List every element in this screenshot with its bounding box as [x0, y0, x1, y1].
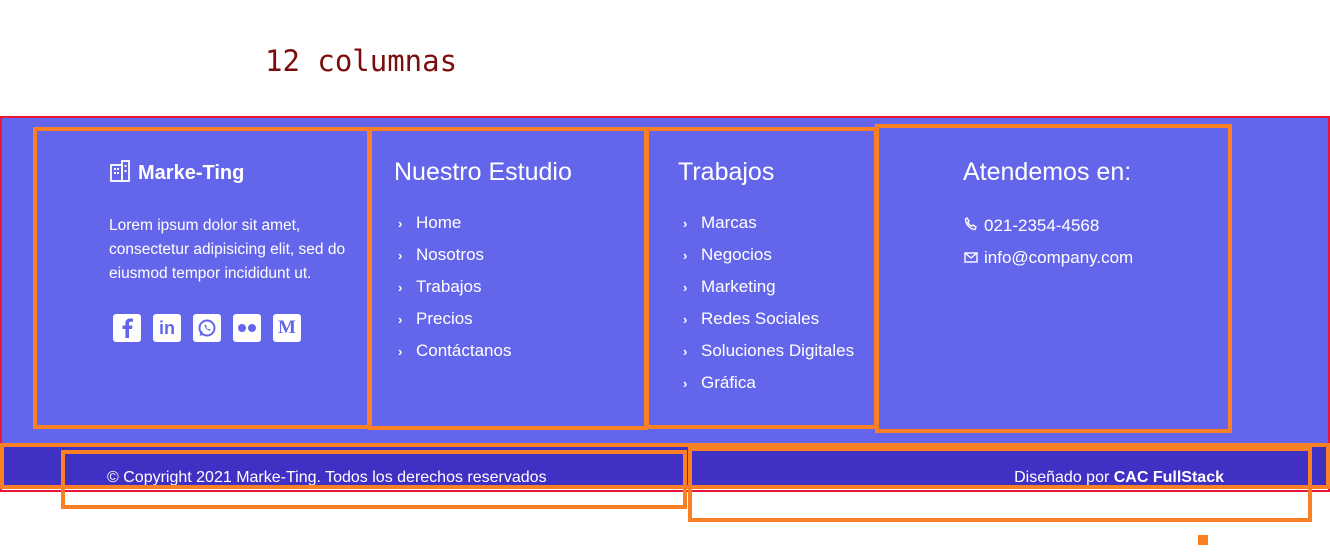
copyright-text: © Copyright 2021 Marke-Ting. Todos los d…	[107, 469, 547, 486]
chevron-right-icon: ›	[398, 215, 403, 231]
works-link-marketing[interactable]: › Marketing	[683, 271, 854, 303]
whatsapp-icon[interactable]	[193, 314, 221, 342]
works-link-redes[interactable]: › Redes Sociales	[683, 303, 854, 335]
social-links: in M	[113, 314, 301, 342]
chevron-right-icon: ›	[683, 279, 688, 295]
building-icon	[110, 160, 130, 186]
designed-by: Diseñado por CAC FullStack	[1014, 469, 1224, 486]
facebook-icon[interactable]	[113, 314, 141, 342]
designer-link[interactable]: CAC FullStack	[1114, 469, 1224, 486]
studio-link-trabajos[interactable]: › Trabajos	[398, 271, 511, 303]
chevron-right-icon: ›	[683, 375, 688, 391]
chevron-right-icon: ›	[398, 247, 403, 263]
chevron-right-icon: ›	[683, 343, 688, 359]
works-link-negocios[interactable]: › Negocios	[683, 239, 854, 271]
chevron-right-icon: ›	[683, 311, 688, 327]
works-links: › Marcas › Negocios › Marketing › Redes Soci…	[683, 207, 854, 399]
brand[interactable]: Marke-Ting	[110, 160, 244, 186]
studio-links: › Home › Nosotros › Trabajos › Precios › Cont…	[398, 207, 511, 367]
works-title: Trabajos	[678, 158, 775, 186]
linkedin-icon[interactable]: in	[153, 314, 181, 342]
contact-info: 021-2354-4568 info@company.com	[964, 210, 1133, 274]
studio-link-precios[interactable]: › Precios	[398, 303, 511, 335]
works-link-grafica[interactable]: › Gráfica	[683, 367, 854, 399]
envelope-icon	[964, 248, 978, 268]
chevron-right-icon: ›	[683, 247, 688, 263]
flickr-icon[interactable]	[233, 314, 261, 342]
chevron-right-icon: ›	[398, 343, 403, 359]
medium-icon[interactable]: M	[273, 314, 301, 342]
brand-name: Marke-Ting	[138, 161, 245, 184]
phone-row[interactable]: 021-2354-4568	[964, 210, 1133, 242]
chevron-right-icon: ›	[398, 279, 403, 295]
chevron-right-icon: ›	[683, 215, 688, 231]
works-link-marcas[interactable]: › Marcas	[683, 207, 854, 239]
chevron-right-icon: ›	[398, 311, 403, 327]
contact-title: Atendemos en:	[963, 158, 1132, 186]
works-link-soluciones[interactable]: › Soluciones Digitales	[683, 335, 854, 367]
about-text: Lorem ipsum dolor sit amet, consectetur …	[109, 217, 346, 282]
orange-marker	[1198, 535, 1208, 545]
studio-link-contacto[interactable]: › Contáctanos	[398, 335, 511, 367]
phone-icon	[964, 216, 978, 236]
studio-link-nosotros[interactable]: › Nosotros	[398, 239, 511, 271]
studio-link-home[interactable]: › Home	[398, 207, 511, 239]
studio-title: Nuestro Estudio	[394, 158, 572, 186]
email-row[interactable]: info@company.com	[964, 242, 1133, 274]
heading: 12 columnas	[265, 44, 458, 78]
